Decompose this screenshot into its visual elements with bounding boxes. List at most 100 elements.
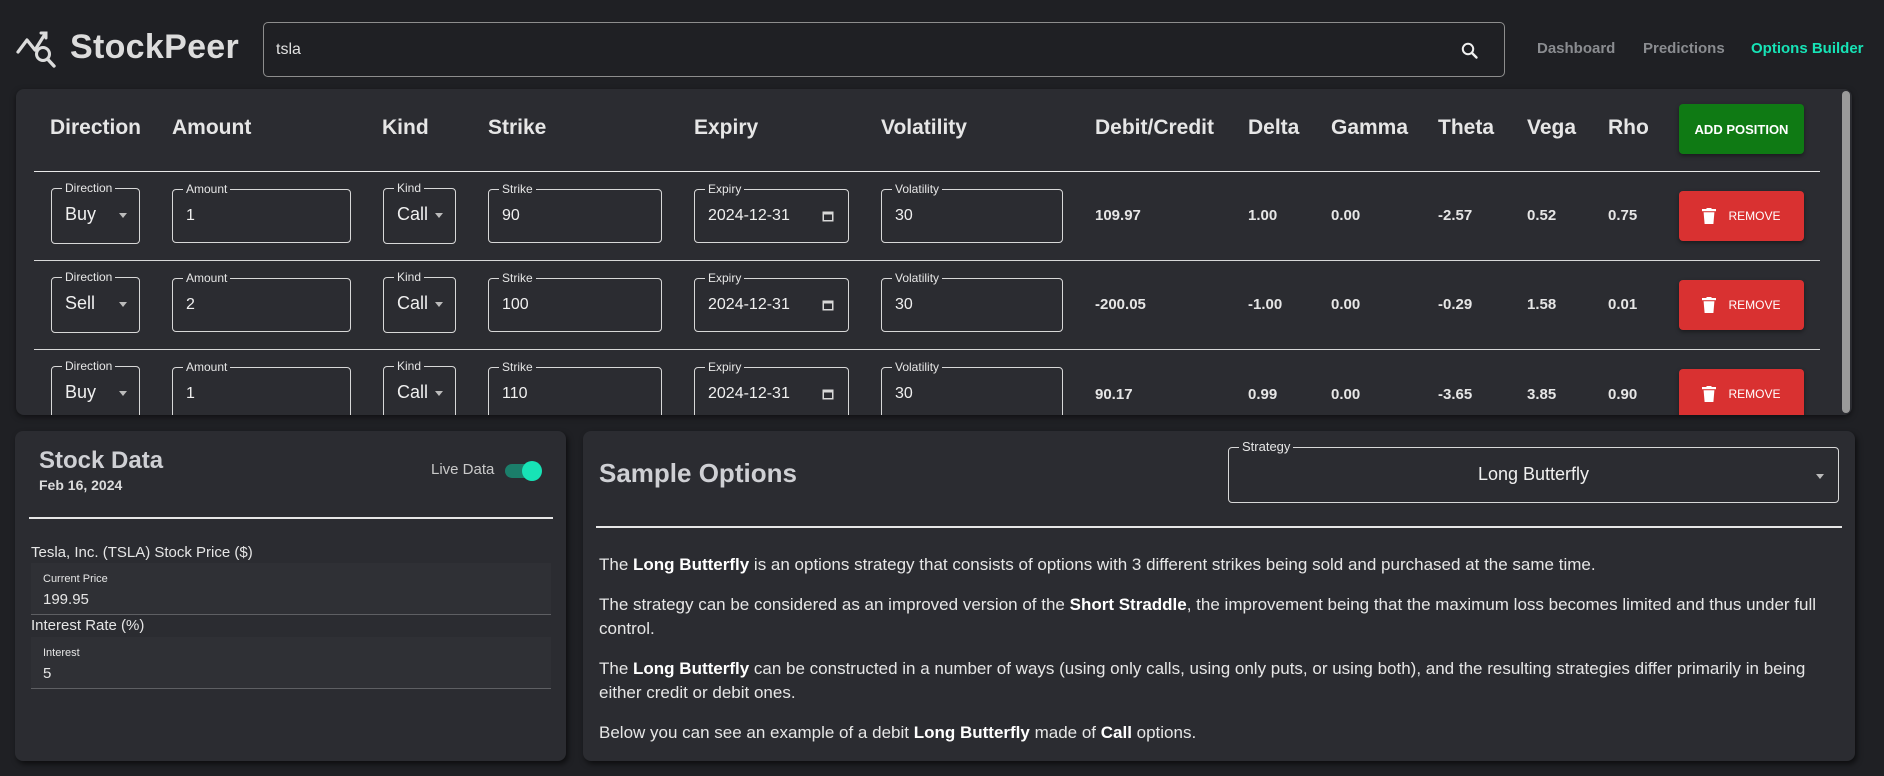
calendar-icon[interactable]	[822, 210, 834, 222]
expiry-field[interactable]: Expiry 2024-12-31	[694, 359, 849, 415]
delta-value: 1.00	[1248, 207, 1278, 224]
stock-data-title: Stock Data	[39, 447, 164, 474]
nav-dashboard[interactable]: Dashboard	[1537, 40, 1615, 57]
nav-options-builder[interactable]: Options Builder	[1751, 40, 1864, 57]
expiry-value: 2024-12-31	[708, 385, 790, 402]
volatility-field[interactable]: Volatility 30	[881, 270, 1063, 332]
theta-value: -0.29	[1438, 296, 1473, 313]
volatility-label: Volatility	[892, 181, 943, 197]
expiry-field[interactable]: Expiry 2024-12-31	[694, 270, 849, 332]
direction-select[interactable]: Direction Buy	[51, 180, 140, 244]
amount-label: Amount	[183, 270, 231, 286]
current-price-value: 199.95	[43, 591, 89, 608]
remove-label: REMOVE	[1728, 209, 1781, 223]
debit-credit-value: -200.05	[1095, 296, 1146, 313]
stock-divider	[29, 517, 553, 519]
add-position-button[interactable]: ADD POSITION	[1679, 104, 1804, 154]
col-delta: Delta	[1248, 116, 1300, 139]
stock-price-section-label: Tesla, Inc. (TSLA) Stock Price ($)	[31, 544, 253, 561]
app-name: StockPeer	[70, 27, 240, 66]
col-rho: Rho	[1608, 116, 1649, 139]
header-divider	[34, 171, 1820, 172]
p1-bold-strategy: Long Butterfly	[633, 555, 750, 574]
row-divider	[34, 260, 1820, 261]
remove-button[interactable]: REMOVE	[1679, 191, 1804, 241]
kind-label: Kind	[394, 358, 425, 374]
amount-value: 1	[186, 207, 195, 224]
chevron-down-icon	[435, 391, 443, 396]
gamma-value: 0.00	[1331, 386, 1361, 403]
kind-value: Call	[397, 382, 429, 402]
scrollbar-thumb[interactable]	[1842, 91, 1850, 413]
header: StockPeer Dashboard Predictions Options …	[0, 0, 1884, 88]
kind-select[interactable]: Kind Call	[383, 180, 456, 244]
p3-bold-strategy: Long Butterfly	[633, 659, 750, 678]
live-data-toggle[interactable]	[505, 461, 543, 481]
expiry-value: 2024-12-31	[708, 296, 790, 313]
current-price-field[interactable]: Current Price 199.95	[31, 563, 551, 615]
sample-options-title: Sample Options	[599, 458, 797, 488]
expiry-field[interactable]: Expiry 2024-12-31	[694, 181, 849, 243]
current-price-label: Current Price	[43, 573, 108, 585]
kind-select[interactable]: Kind Call	[383, 269, 456, 333]
calendar-icon[interactable]	[822, 299, 834, 311]
interest-label: Interest	[43, 647, 80, 659]
volatility-label: Volatility	[892, 270, 943, 286]
toggle-knob	[522, 461, 542, 481]
volatility-field[interactable]: Volatility 30	[881, 181, 1063, 243]
strategy-value: Long Butterfly	[1477, 464, 1590, 484]
calendar-icon[interactable]	[822, 388, 834, 400]
logo[interactable]: StockPeer	[16, 26, 239, 68]
strike-value: 110	[502, 385, 528, 402]
p2-bold-short-straddle: Short Straddle	[1069, 595, 1187, 614]
sample-divider	[596, 526, 1842, 528]
interest-field[interactable]: Interest 5	[31, 637, 551, 689]
description-paragraph-4: Below you can see an example of a debit …	[599, 721, 1827, 745]
col-direction: Direction	[50, 116, 142, 139]
search-icon[interactable]	[1460, 41, 1480, 61]
col-vega: Vega	[1527, 116, 1577, 139]
volatility-value: 30	[895, 296, 913, 313]
volatility-value: 30	[895, 385, 913, 402]
strike-field[interactable]: Strike 90	[488, 181, 662, 243]
remove-button[interactable]: REMOVE	[1679, 369, 1804, 415]
vega-value: 0.52	[1527, 207, 1557, 224]
live-data-label: Live Data	[431, 461, 495, 478]
direction-select[interactable]: Direction Buy	[51, 358, 140, 415]
amount-field[interactable]: Amount 2	[172, 270, 351, 332]
positions-scrollbar[interactable]	[1840, 89, 1852, 415]
kind-select[interactable]: Kind Call	[383, 358, 456, 415]
description-paragraph-1: The Long Butterfly is an options strateg…	[599, 553, 1827, 577]
search-input[interactable]	[276, 37, 1436, 63]
strategy-select[interactable]: Strategy Long Butterfly	[1228, 439, 1839, 503]
logo-icon	[16, 31, 56, 68]
remove-button[interactable]: REMOVE	[1679, 280, 1804, 330]
nav-predictions[interactable]: Predictions	[1643, 40, 1725, 57]
chevron-down-icon	[1816, 474, 1824, 479]
direction-select[interactable]: Direction Sell	[51, 269, 140, 333]
rho-value: 0.90	[1608, 386, 1638, 403]
kind-value: Call	[397, 204, 429, 224]
volatility-field[interactable]: Volatility 30	[881, 359, 1063, 415]
strike-label: Strike	[499, 359, 536, 375]
chevron-down-icon	[119, 302, 127, 307]
p1-text-a: The	[599, 555, 634, 574]
strike-field[interactable]: Strike 100	[488, 270, 662, 332]
search-box[interactable]	[263, 22, 1505, 77]
delta-value: 0.99	[1248, 386, 1278, 403]
strike-label: Strike	[499, 181, 536, 197]
theta-value: -2.57	[1438, 207, 1473, 224]
theta-value: -3.65	[1438, 386, 1473, 403]
amount-field[interactable]: Amount 1	[172, 181, 351, 243]
strike-field[interactable]: Strike 110	[488, 359, 662, 415]
col-volatility: Volatility	[881, 116, 967, 139]
col-gamma: Gamma	[1331, 116, 1409, 139]
amount-label: Amount	[183, 359, 231, 375]
col-strike: Strike	[488, 116, 547, 139]
remove-label: REMOVE	[1728, 298, 1781, 312]
amount-field[interactable]: Amount 1	[172, 359, 351, 415]
interest-value: 5	[43, 665, 52, 682]
col-expiry: Expiry	[694, 116, 759, 139]
col-amount: Amount	[172, 116, 252, 139]
strike-value: 100	[502, 296, 529, 313]
